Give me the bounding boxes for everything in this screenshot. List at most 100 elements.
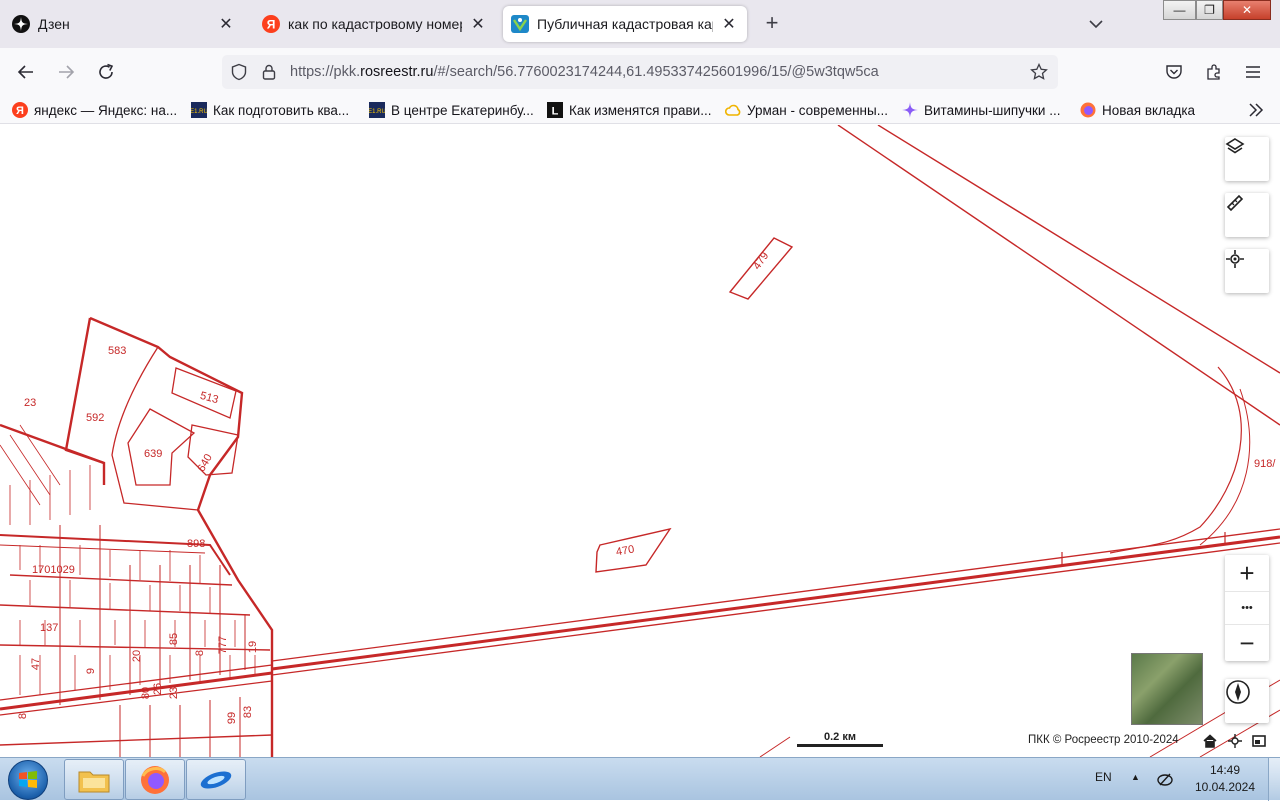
- taskbar-explorer[interactable]: [64, 759, 124, 800]
- parcel-label[interactable]: 80: [140, 687, 152, 699]
- parcel-label[interactable]: 8: [17, 713, 29, 719]
- tab-strip: Дзен ✕ Я как по кадастровому номеру ✕ Пу…: [0, 0, 1280, 48]
- ruler-icon: [1226, 194, 1244, 212]
- reload-button[interactable]: [92, 58, 120, 86]
- tab-cadastral-map[interactable]: Публичная кадастровая карта ✕: [503, 6, 747, 42]
- ruler-button[interactable]: [1225, 193, 1269, 237]
- language-indicator[interactable]: EN: [1095, 770, 1112, 784]
- window-close-button[interactable]: ✕: [1223, 0, 1271, 20]
- shield-icon[interactable]: [230, 63, 248, 84]
- extensions-icon[interactable]: [1200, 58, 1228, 86]
- scale-label: 0.2 км: [824, 731, 856, 743]
- firefox-icon: [1080, 102, 1096, 118]
- bookmark-item[interactable]: E1.RU В центре Екатеринбу...: [369, 100, 534, 120]
- pocket-icon[interactable]: [1160, 58, 1188, 86]
- parcel-label[interactable]: 639: [144, 448, 162, 460]
- tray-expand-icon[interactable]: ▲: [1131, 772, 1140, 782]
- parcel-label[interactable]: 137: [40, 622, 58, 634]
- clock-date: 10.04.2024: [1194, 780, 1256, 794]
- svg-text:E1.RU: E1.RU: [369, 109, 385, 115]
- parcel-label[interactable]: 918/: [1254, 458, 1275, 470]
- tab-title: Публичная кадастровая карта: [537, 16, 713, 32]
- new-tab-button[interactable]: +: [760, 12, 784, 36]
- parcel-label[interactable]: 9: [85, 668, 97, 674]
- minimize-button[interactable]: —: [1163, 0, 1196, 20]
- menu-icon[interactable]: [1239, 58, 1267, 86]
- crosshair-icon[interactable]: [1228, 734, 1244, 750]
- svg-text:Я: Я: [16, 105, 24, 117]
- yandex-icon: Я: [12, 102, 28, 118]
- star-icon[interactable]: [1030, 62, 1048, 84]
- zoom-more-button[interactable]: •••: [1225, 591, 1269, 625]
- parcel-label[interactable]: 23: [168, 687, 180, 699]
- satellite-minimap[interactable]: [1131, 653, 1203, 725]
- yandex-icon: Я: [262, 15, 280, 33]
- close-icon[interactable]: ✕: [468, 14, 488, 34]
- parcel-label[interactable]: 1701029: [32, 564, 75, 576]
- address-bar[interactable]: https://pkk.rosreestr.ru/#/search/56.776…: [222, 55, 1058, 89]
- chevron-double-right-icon[interactable]: [1246, 100, 1266, 123]
- windows-taskbar: EN ▲ 14:49 10.04.2024: [0, 757, 1280, 801]
- zoom-out-button[interactable]: −: [1225, 625, 1269, 661]
- show-desktop-button[interactable]: [1268, 758, 1280, 801]
- parcel-label[interactable]: 20: [131, 650, 143, 662]
- bookmark-item[interactable]: E1.RU Как подготовить ква...: [191, 100, 349, 120]
- navigation-toolbar: https://pkk.rosreestr.ru/#/search/56.776…: [0, 48, 1280, 96]
- parcel-label[interactable]: 898: [187, 538, 205, 550]
- lock-icon[interactable]: [260, 63, 278, 84]
- parcel-label[interactable]: 47: [30, 658, 42, 670]
- svg-text:E1.RU: E1.RU: [191, 109, 207, 115]
- svg-text:L: L: [552, 106, 559, 118]
- rosreestr-icon: [511, 15, 529, 33]
- start-button[interactable]: [8, 760, 48, 800]
- locate-button[interactable]: [1225, 249, 1269, 293]
- firefox-icon: [141, 765, 169, 794]
- close-icon[interactable]: ✕: [719, 14, 739, 34]
- folder-icon: [78, 771, 110, 792]
- parcel-label[interactable]: 99: [226, 712, 238, 724]
- app-icon: [200, 770, 232, 789]
- back-button[interactable]: [12, 58, 40, 86]
- home-icon[interactable]: [1203, 734, 1219, 750]
- parcel-label[interactable]: 8: [194, 650, 206, 656]
- e1-icon: E1.RU: [369, 102, 385, 118]
- layers-icon: [1225, 138, 1245, 154]
- sparkle-icon: [902, 102, 918, 118]
- taskbar-firefox[interactable]: [125, 759, 185, 800]
- system-clock[interactable]: 14:49 10.04.2024: [1190, 762, 1260, 796]
- fullscreen-icon[interactable]: [1252, 734, 1268, 750]
- parcel-label[interactable]: 26: [152, 683, 164, 695]
- parcel-label[interactable]: 85: [168, 633, 180, 645]
- zoom-in-button[interactable]: +: [1225, 555, 1269, 591]
- network-icon[interactable]: [1156, 770, 1174, 788]
- parcel-label[interactable]: 592: [86, 412, 104, 424]
- parcel-label[interactable]: 83: [242, 706, 254, 718]
- bookmark-item[interactable]: Я яндекс — Яндекс: на...: [12, 100, 177, 120]
- url-text[interactable]: https://pkk.rosreestr.ru/#/search/56.776…: [290, 64, 879, 80]
- forward-button[interactable]: [52, 58, 80, 86]
- bookmarks-toolbar: Я яндекс — Яндекс: на... E1.RU Как подго…: [0, 96, 1280, 124]
- parcel-label[interactable]: 777: [217, 636, 229, 654]
- bookmark-item[interactable]: Витамины-шипучки ...: [902, 100, 1060, 120]
- tab-search[interactable]: Я как по кадастровому номеру ✕: [254, 6, 496, 42]
- scale-bar: 0.2 км: [797, 731, 883, 749]
- cloud-icon: [725, 102, 741, 118]
- parcel-label[interactable]: 23: [24, 397, 36, 409]
- maximize-button[interactable]: ❐: [1196, 0, 1223, 20]
- parcel-label[interactable]: 19: [247, 641, 259, 653]
- bookmark-item[interactable]: L Как изменятся прави...: [547, 100, 711, 120]
- scale-line: [797, 744, 883, 747]
- bookmark-item[interactable]: Урман - современны...: [725, 100, 888, 120]
- parcel-lines: [0, 125, 1280, 757]
- parcel-label[interactable]: 583: [108, 345, 126, 357]
- taskbar-app[interactable]: [186, 759, 246, 800]
- tab-dzen[interactable]: Дзен ✕: [4, 6, 244, 42]
- cadastral-map[interactable]: 479 583 23 592 513 639 640 918/ 898 1701…: [0, 125, 1280, 757]
- compass-button[interactable]: [1225, 679, 1269, 723]
- layers-button[interactable]: [1225, 137, 1269, 181]
- copyright-text: ПКК © Росреестр 2010-2024: [1028, 734, 1179, 746]
- tab-title: Дзен: [38, 16, 70, 32]
- chevron-down-icon[interactable]: [1084, 12, 1108, 36]
- close-icon[interactable]: ✕: [216, 14, 236, 34]
- bookmark-item[interactable]: Новая вкладка: [1080, 100, 1195, 120]
